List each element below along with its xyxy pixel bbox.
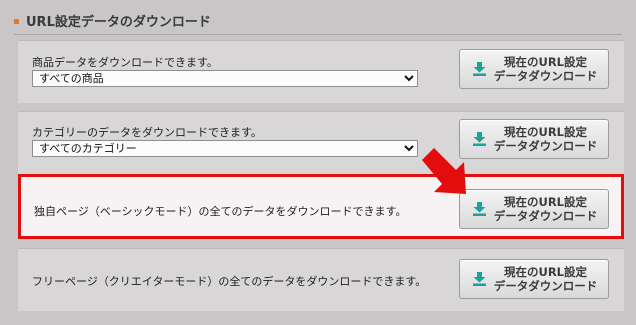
download-button-label: 現在のURL設定 データダウンロード: [493, 125, 598, 153]
custom-pages-download-button[interactable]: 現在のURL設定 データダウンロード: [459, 189, 609, 229]
download-arrow-icon: [472, 202, 486, 216]
red-pointer-arrow-icon: [422, 148, 466, 194]
row-free-pages: フリーページ（クリエイターモード）の全てのデータをダウンロードできます。 現在の…: [18, 248, 624, 311]
categories-download-button[interactable]: 現在のURL設定 データダウンロード: [459, 119, 609, 159]
download-button-label: 現在のURL設定 データダウンロード: [493, 55, 598, 83]
download-button-label: 現在のURL設定 データダウンロード: [493, 195, 598, 223]
row-custom-pages-highlighted: 独自ページ（ベーシックモード）の全てのデータをダウンロードできます。 現在のUR…: [18, 174, 624, 239]
url-settings-download-panel: URL設定データのダウンロード 商品データをダウンロードできます。 すべての商品…: [0, 0, 636, 325]
row-free-pages-description: フリーページ（クリエイターモード）の全てのデータをダウンロードできます。: [32, 275, 427, 288]
section-bullet-icon: [14, 19, 19, 24]
row-custom-pages-description: 独自ページ（ベーシックモード）の全てのデータをダウンロードできます。: [34, 205, 407, 218]
download-arrow-icon: [472, 62, 486, 76]
free-pages-download-button[interactable]: 現在のURL設定 データダウンロード: [459, 259, 609, 299]
row-products-description: 商品データをダウンロードできます。: [32, 56, 218, 69]
download-arrow-icon: [472, 272, 486, 286]
row-products: 商品データをダウンロードできます。 すべての商品 現在のURL設定 データダウンロ…: [18, 40, 624, 103]
row-categories-description: カテゴリーのデータをダウンロードできます。: [32, 126, 262, 139]
section-divider: [14, 34, 622, 35]
products-select[interactable]: すべての商品: [32, 70, 418, 87]
products-download-button[interactable]: 現在のURL設定 データダウンロード: [459, 49, 609, 89]
section-title: URL設定データのダウンロード: [14, 13, 211, 33]
download-button-label: 現在のURL設定 データダウンロード: [493, 265, 598, 293]
section-title-text: URL設定データのダウンロード: [26, 15, 211, 30]
row-categories: カテゴリーのデータをダウンロードできます。 すべてのカテゴリー 現在のURL設定…: [18, 111, 624, 174]
categories-select[interactable]: すべてのカテゴリー: [32, 140, 418, 157]
download-arrow-icon: [472, 132, 486, 146]
